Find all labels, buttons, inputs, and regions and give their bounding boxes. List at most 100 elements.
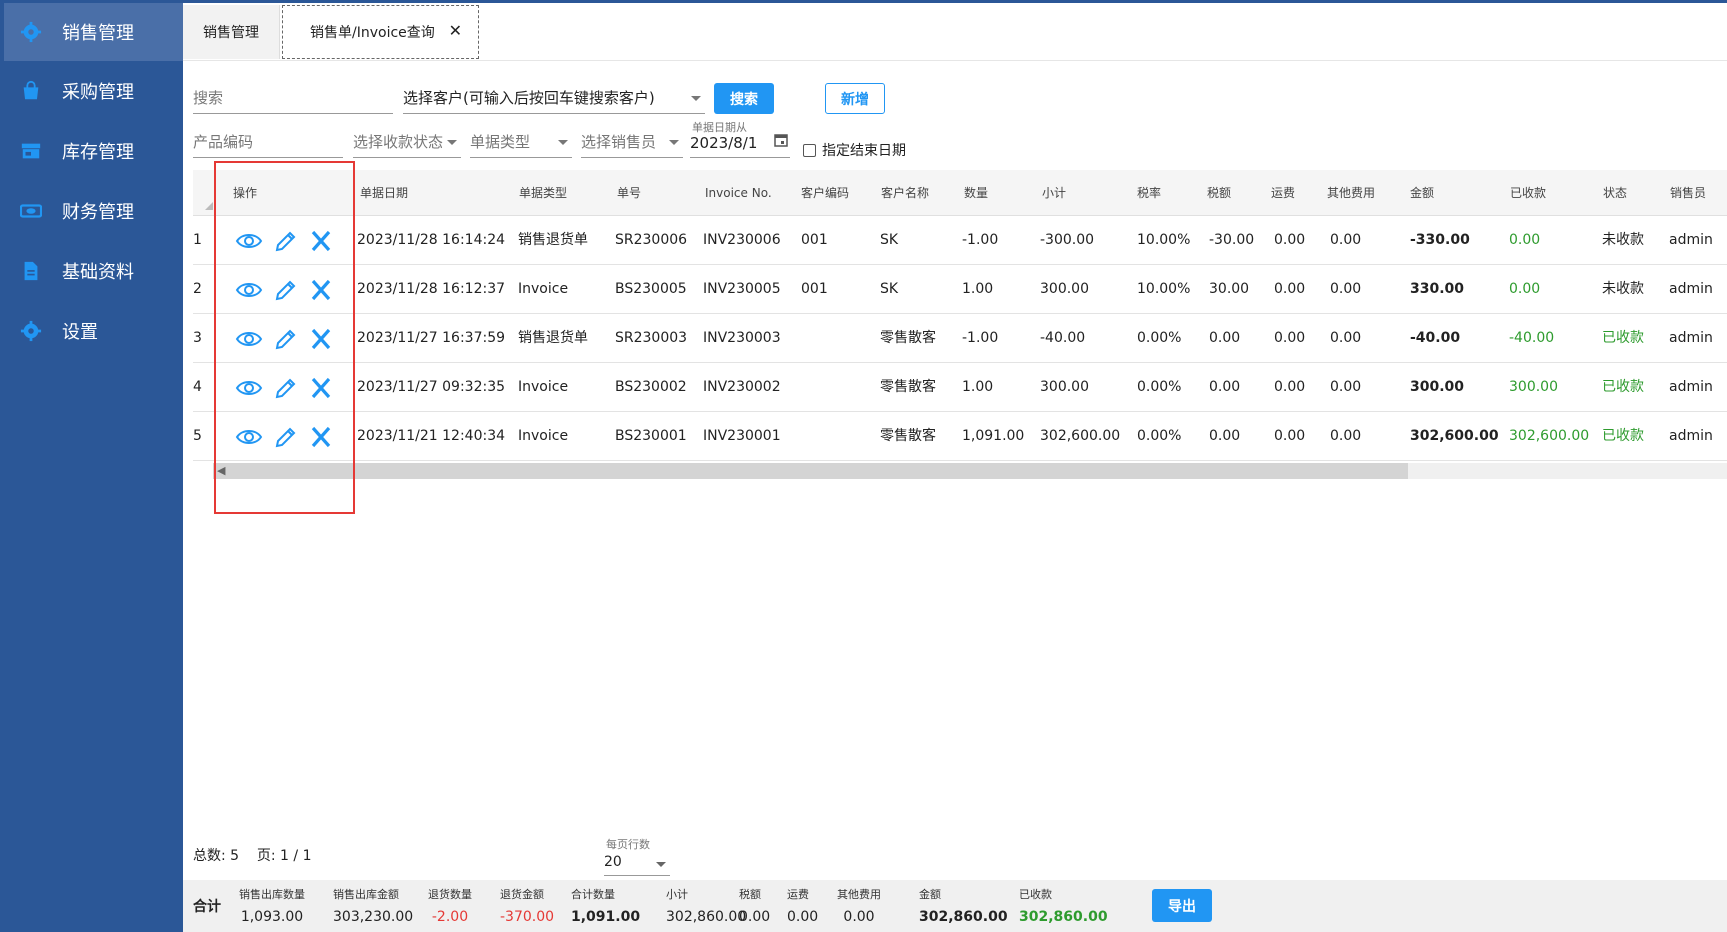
totals-item-value: -2.00	[431, 909, 469, 925]
col-header[interactable]: 税率	[1137, 170, 1161, 216]
col-header[interactable]: 金额	[1410, 170, 1434, 216]
col-header[interactable]: 其他费用	[1327, 170, 1375, 216]
totals-item: 税额 0.00	[739, 886, 770, 925]
col-header[interactable]: 税额	[1207, 170, 1231, 216]
table-row[interactable]: 4 2023/11/27 09:32:35 Invoice BS230002 INV23…	[193, 363, 1727, 412]
cell-invoice: INV230002	[703, 379, 781, 395]
cell-tax: 0.00	[1209, 379, 1241, 395]
tab-label: 销售管理	[203, 25, 259, 41]
salesperson-select[interactable]: 选择销售员	[581, 128, 683, 158]
cell-status: 已收款	[1602, 330, 1644, 346]
cell-status: 已收款	[1602, 428, 1644, 444]
totals-item: 合计数量 1,091.00	[571, 886, 640, 925]
totals-item-label: 金额	[919, 888, 941, 901]
totals-item-label: 税额	[739, 888, 761, 901]
cell-amount: 330.00	[1410, 281, 1465, 297]
cell-qty: -1.00	[962, 232, 999, 248]
customer-select[interactable]: 选择客户(可输入后按回车键搜索客户)	[403, 84, 705, 114]
money-icon	[20, 200, 42, 222]
sidebar-item-sales[interactable]: 销售管理	[4, 3, 183, 61]
checkbox-box[interactable]	[803, 143, 816, 157]
cell-other: 0.00	[1330, 330, 1362, 346]
cell-date: 2023/11/28 16:14:24	[357, 232, 506, 248]
col-header[interactable]: 运费	[1271, 170, 1295, 216]
col-header[interactable]: 单号	[617, 170, 641, 216]
tab-bar: 销售管理 销售单/Invoice查询 ✕	[183, 3, 1727, 61]
tab-sales-management[interactable]: 销售管理	[183, 5, 280, 59]
sidebar-item-finance[interactable]: 财务管理	[0, 181, 183, 241]
totals-item-label: 已收款	[1019, 888, 1052, 901]
search-input[interactable]: 搜索	[193, 84, 393, 114]
cell-other: 0.00	[1330, 232, 1362, 248]
totals-item: 其他费用 0.00	[837, 886, 881, 925]
cell-freight: 0.00	[1274, 232, 1306, 248]
totals-bar: 合计 销售出库数量 1,093.00 销售出库金额 303,230.00 退货数量 …	[183, 880, 1727, 932]
cell-no: BS230005	[615, 281, 687, 297]
cell-idx: 3	[193, 330, 202, 346]
calendar-icon[interactable]	[774, 133, 788, 151]
col-header[interactable]: 状态	[1603, 170, 1627, 216]
totals-item: 销售出库金额 303,230.00	[333, 886, 413, 925]
cell-idx: 2	[193, 281, 202, 297]
action-column-highlight	[214, 161, 355, 514]
totals-item-value: 0.00	[739, 909, 771, 925]
cell-status: 未收款	[1602, 232, 1644, 248]
totals-item-label: 小计	[666, 888, 688, 901]
cell-tax: 30.00	[1209, 281, 1250, 297]
cell-subtotal: -40.00	[1040, 330, 1086, 346]
col-header[interactable]: 数量	[964, 170, 988, 216]
col-header[interactable]: 客户编码	[801, 170, 849, 216]
cell-type: 销售退货单	[518, 232, 588, 248]
cell-date: 2023/11/27 09:32:35	[357, 379, 506, 395]
sidebar: 销售管理 采购管理 库存管理 财务管理 基础资料 设置	[0, 3, 183, 932]
doc-type-select[interactable]: 单据类型	[470, 128, 572, 158]
cell-status: 已收款	[1602, 379, 1644, 395]
cell-sales: admin	[1669, 428, 1713, 444]
date-from-input[interactable]: 2023/8/1	[690, 128, 790, 158]
col-header[interactable]: 单据类型	[519, 170, 567, 216]
cell-invoice: INV230001	[703, 428, 781, 444]
cell-tax: 0.00	[1209, 428, 1241, 444]
totals-item-value: 303,230.00	[333, 909, 414, 925]
col-header[interactable]: 小计	[1042, 170, 1066, 216]
sidebar-item-master-data[interactable]: 基础资料	[0, 241, 183, 301]
tab-label: 销售单/Invoice查询	[310, 25, 435, 41]
sidebar-item-purchase[interactable]: 采购管理	[0, 61, 183, 121]
cell-cname: 零售散客	[880, 379, 936, 395]
close-icon[interactable]: ✕	[449, 21, 462, 40]
col-header[interactable]: 销售员	[1670, 170, 1706, 216]
table-row[interactable]: 2 2023/11/28 16:12:37 Invoice BS230005 INV23…	[193, 265, 1727, 314]
sidebar-item-settings[interactable]: 设置	[0, 301, 183, 361]
cell-ccode: 001	[801, 281, 828, 297]
cell-qty: 1,091.00	[962, 428, 1025, 444]
cell-no: BS230002	[615, 379, 687, 395]
sidebar-item-inventory[interactable]: 库存管理	[0, 121, 183, 181]
end-date-checkbox[interactable]: 指定结束日期	[803, 140, 906, 160]
col-header[interactable]: 单据日期	[360, 170, 408, 216]
table-row[interactable]: 3 2023/11/27 16:37:59 销售退货单 SR230003 INV2300…	[193, 314, 1727, 363]
col-header[interactable]: Invoice No.	[705, 170, 772, 216]
cell-amount: -40.00	[1410, 330, 1461, 346]
page-size-select[interactable]: 20	[604, 850, 670, 876]
cell-received: 302,600.00	[1509, 428, 1590, 444]
cell-qty: -1.00	[962, 330, 999, 346]
table-row[interactable]: 5 2023/11/21 12:40:34 Invoice BS230001 INV23…	[193, 412, 1727, 461]
table-row[interactable]: 1 2023/11/28 16:14:24 销售退货单 SR230006 INV2300…	[193, 216, 1727, 265]
add-button[interactable]: 新增	[825, 83, 885, 114]
cell-cname: 零售散客	[880, 330, 936, 346]
sidebar-item-label: 财务管理	[62, 202, 134, 223]
horizontal-scrollbar[interactable]: ◀	[213, 463, 1727, 479]
scrollbar-thumb[interactable]	[213, 463, 1408, 479]
cell-taxrate: 0.00%	[1137, 428, 1182, 444]
payment-status-select[interactable]: 选择收款状态	[353, 128, 461, 158]
totals-item-label: 合计数量	[571, 888, 615, 901]
col-header[interactable]: 已收款	[1510, 170, 1546, 216]
cell-type: Invoice	[518, 428, 569, 444]
cell-cname: 零售散客	[880, 428, 936, 444]
product-code-input[interactable]: 产品编码	[193, 128, 343, 158]
totals-item: 销售出库数量 1,093.00	[239, 886, 305, 925]
search-button[interactable]: 搜索	[714, 83, 774, 114]
col-header[interactable]: 客户名称	[881, 170, 929, 216]
tab-invoice-query[interactable]: 销售单/Invoice查询 ✕	[282, 5, 479, 59]
export-button[interactable]: 导出	[1152, 889, 1212, 922]
